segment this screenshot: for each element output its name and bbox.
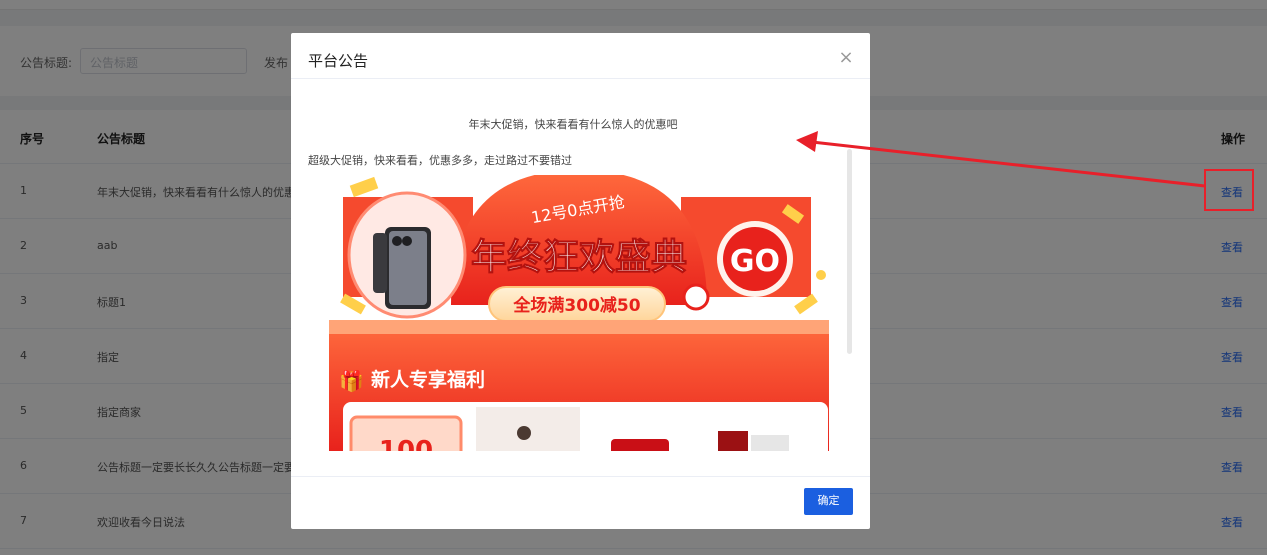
banner-section-title: 新人专享福利 xyxy=(371,368,485,391)
dialog-body: 年末大促销，快来看看有什么惊人的优惠吧 超级大促销，快来看看，优惠多多，走过路过… xyxy=(308,111,853,451)
confirm-button[interactable]: 确定 xyxy=(804,488,853,515)
notice-text: 超级大促销，快来看看，优惠多多，走过路过不要错过 xyxy=(308,154,572,167)
coupon-amount: 100 xyxy=(379,436,433,451)
promo-banner-image: GO 12号0点开抢 年终狂欢盛典 全场满300减50 🎁 新人专享福利 100 xyxy=(321,175,836,451)
banner-headline: 年终狂欢盛典 xyxy=(471,237,687,278)
close-icon[interactable]: × xyxy=(836,48,856,68)
dialog-header: 平台公告 × xyxy=(291,33,870,79)
gift-icon: 🎁 xyxy=(339,369,364,393)
dialog-title: 平台公告 xyxy=(308,52,369,70)
announcement-dialog: 平台公告 × 年末大促销，快来看看有什么惊人的优惠吧 超级大促销，快来看看，优惠… xyxy=(291,33,870,529)
go-badge: GO xyxy=(730,244,780,279)
banner-offer: 全场满300减50 xyxy=(512,295,640,316)
scrollbar[interactable] xyxy=(847,149,852,354)
dialog-footer: 确定 xyxy=(291,476,870,529)
notice-heading: 年末大促销，快来看看有什么惊人的优惠吧 xyxy=(468,118,678,131)
